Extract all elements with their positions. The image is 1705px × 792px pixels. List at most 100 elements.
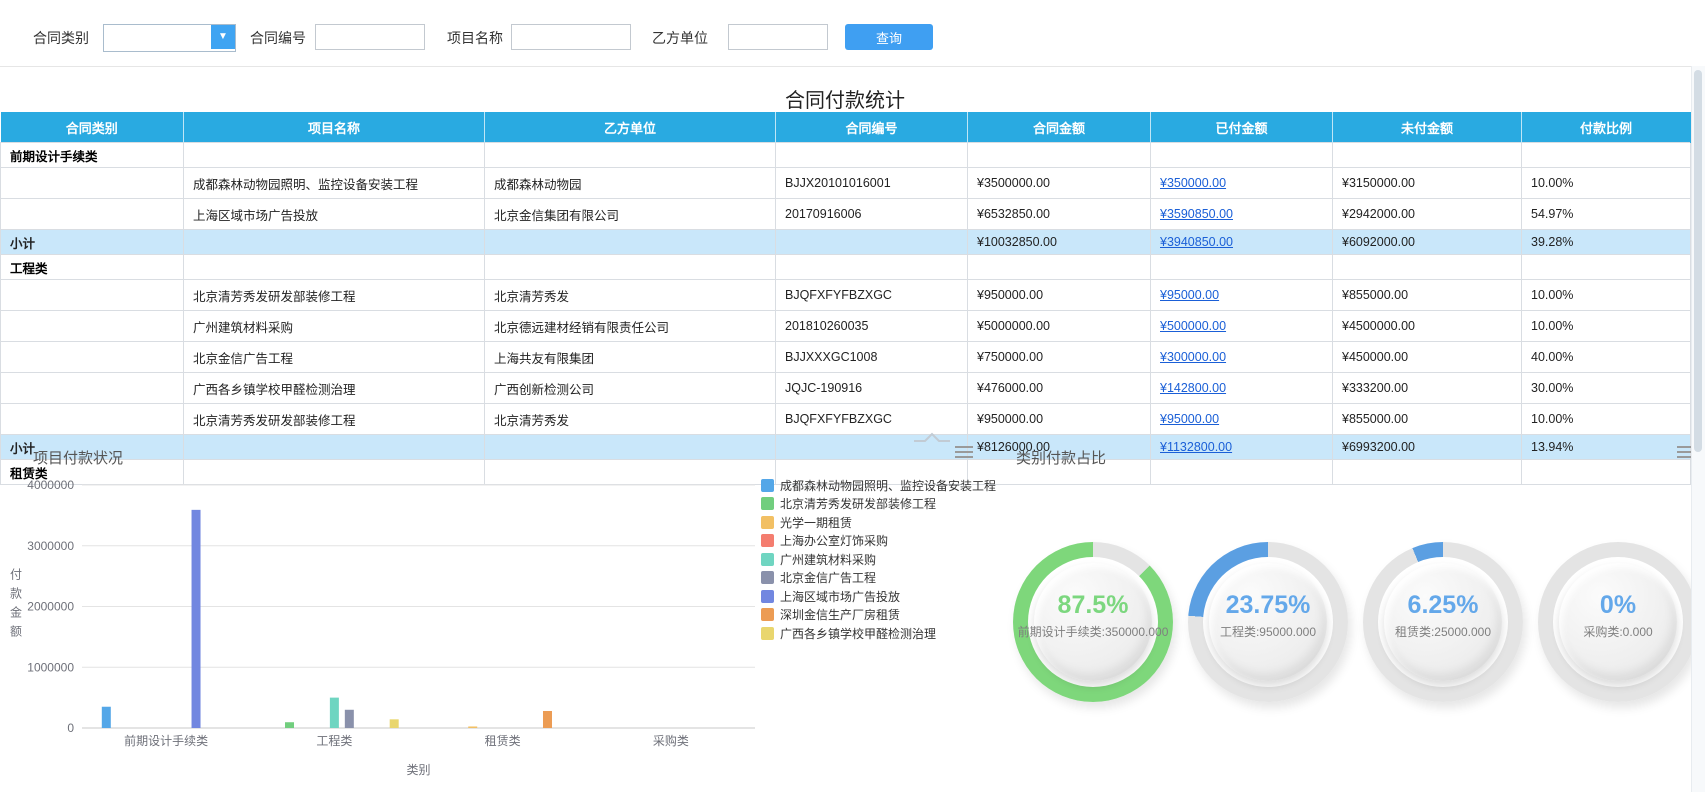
table-cell <box>1333 143 1522 168</box>
bar-北京金信广告工程[interactable] <box>345 710 354 728</box>
legend-label: 广州建筑材料采购 <box>780 551 876 568</box>
paid-amount-link[interactable]: ¥95000.00 <box>1160 288 1219 302</box>
table-cell: 上海共友有限集团 <box>485 342 776 373</box>
table-row: 小计¥8126000.00¥1132800.00¥6993200.0013.94… <box>1 435 1691 460</box>
gauge-label: 前期设计手续类:350000.000 <box>1018 623 1169 640</box>
table-cell <box>776 230 968 255</box>
gauge-percent: 0% <box>1600 592 1636 618</box>
bar-光学一期租赁[interactable] <box>468 726 477 728</box>
paid-amount-link[interactable]: ¥95000.00 <box>1160 412 1219 426</box>
table-cell <box>968 143 1151 168</box>
select-dropdown-button[interactable]: ▼ <box>211 25 235 49</box>
table-cell: 广西各乡镇学校甲醛检测治理 <box>184 373 485 404</box>
column-header: 合同类别 <box>1 113 184 143</box>
table-cell: ¥350000.00 <box>1151 168 1333 199</box>
legend-item[interactable]: 上海办公室灯饰采购 <box>761 532 996 551</box>
gauge-label: 租赁类:25000.000 <box>1395 623 1491 640</box>
filter-bar: 合同类别 ▼ 合同编号 项目名称 乙方单位 查询 <box>0 0 1705 67</box>
gauge-采购类[interactable]: 0%采购类:0.000 <box>1538 542 1698 702</box>
contract-category-label: 合同类别 <box>33 26 89 50</box>
legend-label: 成都森林动物园照明、监控设备安装工程 <box>780 477 996 494</box>
bar-深圳金信生产厂房租赁[interactable] <box>543 711 552 728</box>
paid-amount-link[interactable]: ¥1132800.00 <box>1160 440 1232 454</box>
bar-广州建筑材料采购[interactable] <box>330 698 339 728</box>
legend-swatch-icon <box>761 571 774 584</box>
gauge-plate: 23.75%工程类:95000.000 <box>1209 563 1327 681</box>
collapse-section-handle[interactable] <box>912 430 952 444</box>
table-cell: 工程类 <box>1 255 184 280</box>
legend-swatch-icon <box>761 497 774 510</box>
legend-item[interactable]: 上海区域市场广告投放 <box>761 587 996 606</box>
table-cell <box>1 280 184 311</box>
table-cell: ¥6532850.00 <box>968 199 1151 230</box>
paid-amount-link[interactable]: ¥500000.00 <box>1160 319 1226 333</box>
table-cell: 上海区域市场广告投放 <box>184 199 485 230</box>
table-cell <box>1 404 184 435</box>
table-cell: BJQFXFYFBZXGC <box>776 280 968 311</box>
table-cell: ¥5000000.00 <box>968 311 1151 342</box>
legend-item[interactable]: 广州建筑材料采购 <box>761 550 996 569</box>
scrollbar-thumb[interactable] <box>1694 70 1702 452</box>
column-header: 已付金额 <box>1151 113 1333 143</box>
project-name-input[interactable] <box>511 24 631 50</box>
table-row: 广州建筑材料采购北京德远建材经销有限责任公司201810260035¥50000… <box>1 311 1691 342</box>
page-title: 合同付款统计 <box>0 84 1690 113</box>
table-row: 北京清芳秀发研发部装修工程北京清芳秀发BJQFXFYFBZXGC¥950000.… <box>1 280 1691 311</box>
table-cell: 北京清芳秀发研发部装修工程 <box>184 404 485 435</box>
table-row: 前期设计手续类 <box>1 143 1691 168</box>
bar-chart-legend: 成都森林动物园照明、监控设备安装工程北京清芳秀发研发部装修工程光学一期租赁上海办… <box>761 476 996 643</box>
table-cell: ¥6993200.00 <box>1333 435 1522 460</box>
paid-amount-link[interactable]: ¥142800.00 <box>1160 381 1226 395</box>
legend-item[interactable]: 成都森林动物园照明、监控设备安装工程 <box>761 476 996 495</box>
table-row: 成都森林动物园照明、监控设备安装工程成都森林动物园BJJX20101016001… <box>1 168 1691 199</box>
table-cell: ¥3150000.00 <box>1333 168 1522 199</box>
table-cell: 成都森林动物园 <box>485 168 776 199</box>
legend-item[interactable]: 北京金信广告工程 <box>761 569 996 588</box>
legend-item[interactable]: 北京清芳秀发研发部装修工程 <box>761 495 996 514</box>
column-header: 付款比例 <box>1522 113 1691 143</box>
search-button[interactable]: 查询 <box>845 24 933 50</box>
vertical-scrollbar[interactable] <box>1691 66 1705 792</box>
svg-text:1000000: 1000000 <box>27 660 74 674</box>
paid-amount-link[interactable]: ¥3940850.00 <box>1160 235 1233 249</box>
bar-上海区域市场广告投放[interactable] <box>192 510 201 728</box>
paid-amount-link[interactable]: ¥350000.00 <box>1160 176 1226 190</box>
legend-label: 北京金信广告工程 <box>780 569 876 586</box>
table-cell: 北京清芳秀发 <box>485 404 776 435</box>
paid-amount-link[interactable]: ¥300000.00 <box>1160 350 1226 364</box>
bar-chart-menu-icon[interactable] <box>955 446 973 459</box>
legend-item[interactable]: 深圳金信生产厂房租赁 <box>761 606 996 625</box>
table-cell: 广州建筑材料采购 <box>184 311 485 342</box>
party-b-input[interactable] <box>728 24 828 50</box>
contract-payment-dashboard: 合同类别 ▼ 合同编号 项目名称 乙方单位 查询 合同付款统计 合同类别 项目名称… <box>0 0 1705 792</box>
contract-category-select[interactable]: ▼ <box>103 24 236 52</box>
gauge-前期设计手续类[interactable]: 87.5%前期设计手续类:350000.000 <box>1013 542 1173 702</box>
table-cell: JQJC-190916 <box>776 373 968 404</box>
legend-item[interactable]: 广西各乡镇学校甲醛检测治理 <box>761 624 996 643</box>
legend-swatch-icon <box>761 479 774 492</box>
table-cell: ¥142800.00 <box>1151 373 1333 404</box>
legend-swatch-icon <box>761 627 774 640</box>
bar-成都森林动物园照明、监控设备安装工程[interactable] <box>102 707 111 728</box>
legend-item[interactable]: 光学一期租赁 <box>761 513 996 532</box>
table-cell: ¥1132800.00 <box>1151 435 1333 460</box>
table-cell <box>485 143 776 168</box>
gauge-租赁类[interactable]: 6.25%租赁类:25000.000 <box>1363 542 1523 702</box>
bar-北京清芳秀发研发部装修工程[interactable] <box>285 722 294 728</box>
table-cell: 20170916006 <box>776 199 968 230</box>
svg-text:付: 付 <box>10 568 22 582</box>
table-cell: ¥500000.00 <box>1151 311 1333 342</box>
table-cell: 北京清芳秀发 <box>485 280 776 311</box>
table-cell: BJJXXXGC1008 <box>776 342 968 373</box>
gauge-工程类[interactable]: 23.75%工程类:95000.000 <box>1188 542 1348 702</box>
table-cell: 前期设计手续类 <box>1 143 184 168</box>
paid-amount-link[interactable]: ¥3590850.00 <box>1160 207 1233 221</box>
project-name-label: 项目名称 <box>447 26 503 50</box>
gauge-plate: 0%采购类:0.000 <box>1559 563 1677 681</box>
bar-广西各乡镇学校甲醛检测治理[interactable] <box>390 719 399 728</box>
legend-label: 深圳金信生产厂房租赁 <box>780 606 900 623</box>
table-cell: 201810260035 <box>776 311 968 342</box>
table-cell: 广西创新检测公司 <box>485 373 776 404</box>
contract-no-input[interactable] <box>315 24 425 50</box>
gauge-chart-title: 类别付款占比 <box>1016 447 1106 468</box>
